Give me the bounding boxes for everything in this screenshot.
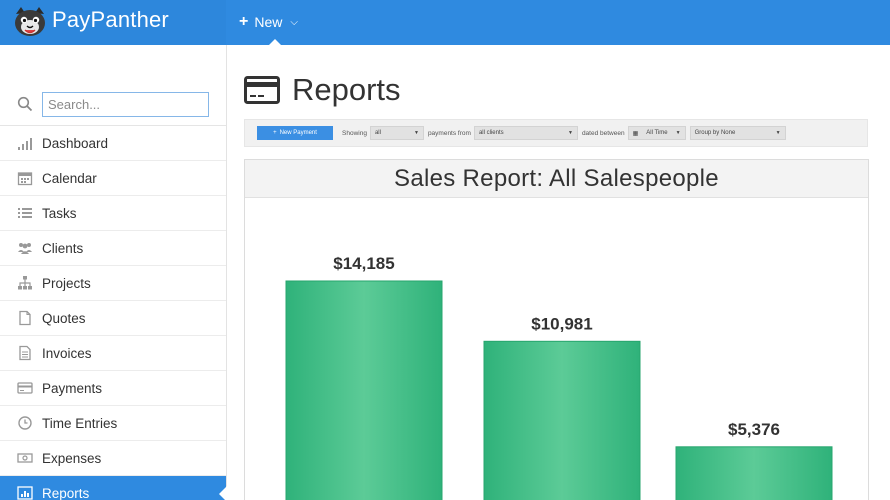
showing-label: Showing (342, 129, 367, 137)
plus-icon: + (273, 130, 277, 136)
sidebar-item-clients[interactable]: Clients (0, 231, 226, 266)
document-icon (19, 310, 31, 326)
sidebar-item-label: Quotes (42, 310, 86, 326)
dated-between-label: dated between (581, 129, 625, 137)
sidebar-item-payments[interactable]: Payments (0, 371, 226, 406)
plus-icon: + (239, 13, 249, 30)
sidebar-item-label: Dashboard (42, 135, 109, 151)
sidebar: Dashboard Calendar Tasks Clients Project… (0, 45, 227, 500)
sidebar-item-quotes[interactable]: Quotes (0, 301, 226, 336)
sidebar-item-label: Projects (42, 275, 91, 291)
chevron-down-icon: ⌵ (290, 16, 298, 28)
calendar-icon: ▦ (632, 130, 639, 137)
group-by-value: Group by None (694, 130, 736, 136)
sales-bar-chart: $14,185 $10,981 $5,376 (285, 254, 833, 500)
sidebar-item-label: Tasks (42, 205, 77, 221)
showing-select-value: all (374, 130, 381, 136)
sitemap-icon (18, 276, 32, 290)
calendar-icon (17, 172, 33, 186)
sidebar-item-label: Calendar (42, 170, 97, 186)
sidebar-item-label: Time Entries (42, 415, 118, 431)
page-header: Reports (244, 72, 401, 108)
sidebar-item-label: Invoices (42, 345, 92, 361)
list-icon (18, 208, 32, 218)
top-bar: PayPanther + New ⌵ (0, 0, 890, 45)
chart-data-label: $14,185 (333, 254, 394, 273)
sidebar-item-invoices[interactable]: Invoices (0, 336, 226, 371)
caret-down-icon: ▼ (775, 130, 781, 136)
new-menu-button[interactable]: + New ⌵ (239, 13, 298, 31)
new-menu-label: New (254, 14, 283, 30)
credit-card-icon (17, 382, 33, 394)
chart-bar[interactable] (675, 446, 833, 500)
chart-bar[interactable] (483, 340, 641, 500)
chart-bar[interactable] (285, 280, 443, 500)
report-title: Sales Report: All Salespeople (245, 160, 868, 198)
report-chart-icon (17, 486, 33, 500)
date-range-select[interactable]: ▦ All Time ▼ (627, 126, 686, 140)
new-payment-button[interactable]: + New Payment (257, 126, 333, 140)
clients-select-value: all clients (478, 130, 504, 136)
bar-chart-icon (18, 138, 32, 150)
money-icon (17, 453, 33, 463)
date-range-value: All Time (646, 130, 668, 136)
sidebar-item-label: Payments (42, 380, 103, 396)
sidebar-item-tasks[interactable]: Tasks (0, 196, 226, 231)
search-icon (17, 96, 33, 112)
new-menu-pointer (269, 39, 281, 45)
caret-down-icon: ▼ (675, 130, 681, 136)
brand-name[interactable]: PayPanther (52, 7, 169, 33)
page-title: Reports (292, 72, 401, 107)
sidebar-item-projects[interactable]: Projects (0, 266, 226, 301)
sidebar-item-dashboard[interactable]: Dashboard (0, 126, 226, 161)
new-payment-label: New Payment (279, 130, 317, 136)
users-icon (18, 243, 32, 254)
sidebar-item-label: Clients (42, 240, 84, 256)
chart-data-label: $10,981 (531, 314, 592, 333)
clients-select[interactable]: all clients ▼ (473, 126, 578, 140)
sidebar-item-reports[interactable]: Reports (0, 476, 227, 500)
panther-logo-icon[interactable] (12, 5, 48, 39)
group-by-select[interactable]: Group by None ▼ (689, 126, 786, 140)
sidebar-item-label: Reports (42, 485, 90, 500)
sidebar-item-label: Expenses (42, 450, 102, 466)
credit-card-icon (244, 76, 280, 104)
sidebar-nav: Dashboard Calendar Tasks Clients Project… (0, 126, 227, 500)
search-input[interactable] (42, 92, 209, 117)
showing-select[interactable]: all ▼ (369, 126, 424, 140)
sidebar-search (0, 78, 226, 126)
report-panel: Sales Report: All Salespeople $14,185 $10… (244, 159, 869, 500)
caret-down-icon: ▼ (413, 130, 419, 136)
sidebar-item-expenses[interactable]: Expenses (0, 441, 226, 476)
report-filter-bar: + New Payment Showing all ▼ payments fro… (244, 119, 868, 147)
clock-icon (18, 416, 32, 430)
caret-down-icon: ▼ (567, 130, 573, 136)
document-lines-icon (19, 345, 31, 361)
payments-from-label: payments from (427, 129, 471, 137)
sidebar-item-time-entries[interactable]: Time Entries (0, 406, 226, 441)
sidebar-item-calendar[interactable]: Calendar (0, 161, 226, 196)
chart-data-label: $5,376 (728, 420, 780, 439)
